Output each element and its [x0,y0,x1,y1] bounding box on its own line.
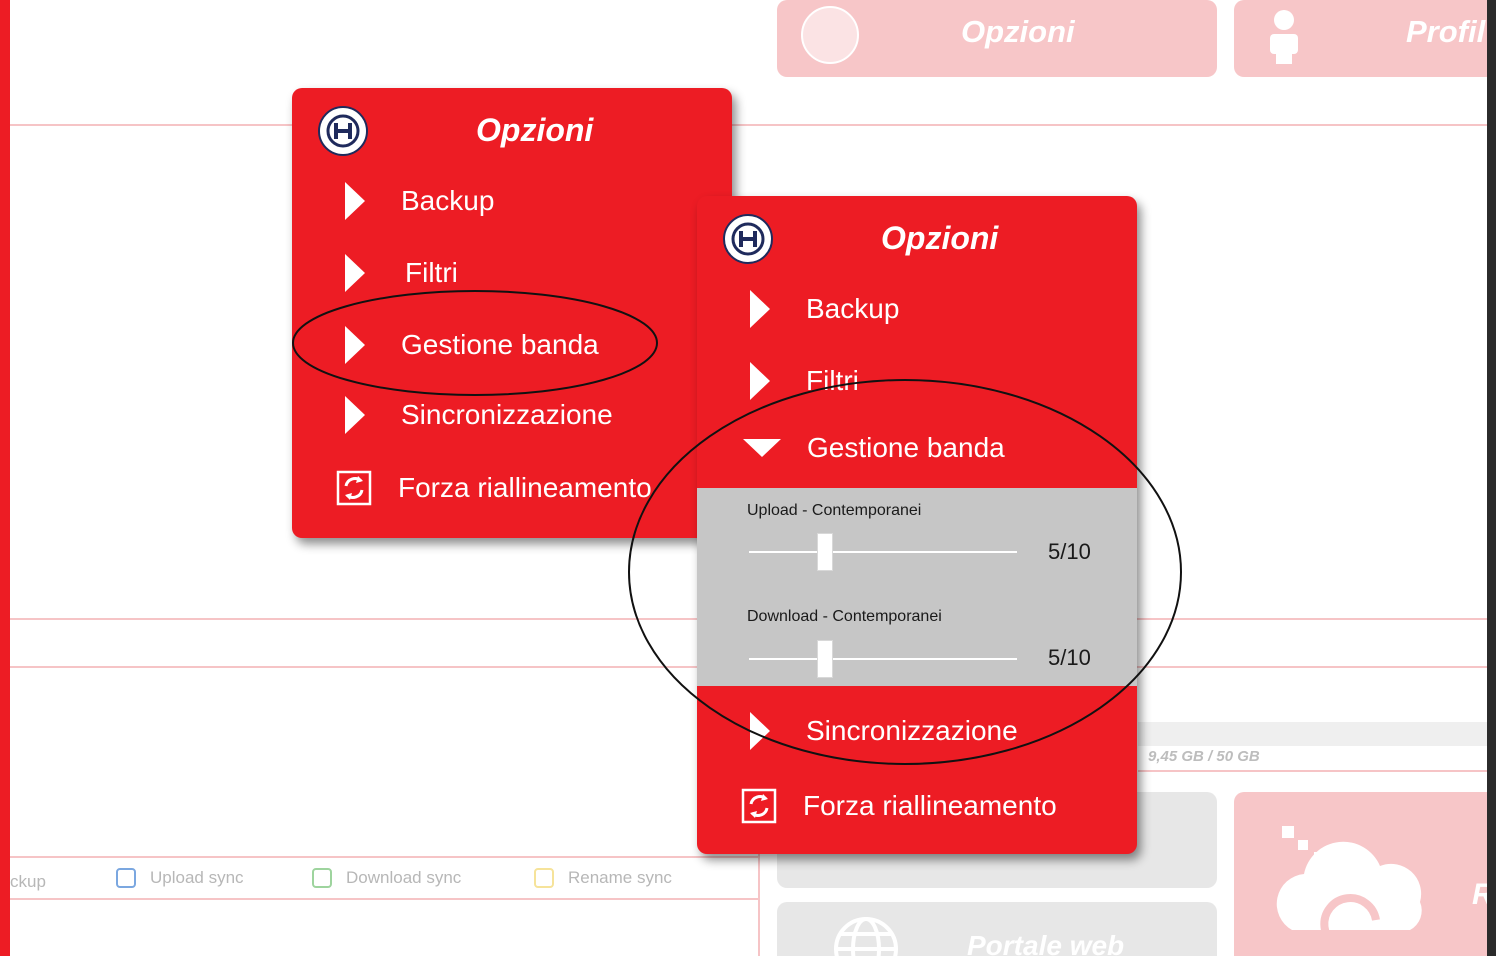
upload-slider-thumb[interactable] [817,533,833,571]
upload-slider-label: Upload - Contemporanei [747,502,922,519]
menu-item-label: Gestione banda [401,329,599,360]
download-slider-thumb[interactable] [817,640,833,678]
logo-icon [723,214,773,264]
menu-item-backup[interactable]: Backup [750,290,899,328]
background-web-portal-label: Portale web [967,930,1125,956]
arrow-down-icon [743,439,781,457]
background-options-label: Opzioni [961,14,1075,49]
menu-item-label: Forza riallineamento [803,790,1057,821]
menu-item-label: Backup [401,185,495,216]
background-cloud-tile[interactable]: R [1234,792,1487,956]
download-slider-track [749,658,1017,660]
background-options-button[interactable]: Opzioni [777,0,1217,77]
arrow-right-icon [750,712,770,750]
options-panel-expanded: Opzioni Backup Filtri Gestione banda Upl… [697,196,1137,854]
upload-slider-track [749,551,1017,553]
sync-icon [336,470,372,506]
globe-icon [834,917,898,956]
legend-download-swatch [312,868,332,888]
menu-item-label: Backup [806,293,900,324]
cloud-restore-icon [1276,826,1422,955]
bandwidth-settings: Upload - Contemporanei 5/10 Download - C… [697,488,1137,686]
menu-item-backup[interactable]: Backup [345,182,494,220]
arrow-right-icon [750,362,770,400]
menu-item-gestione-banda[interactable]: Gestione banda [345,326,599,364]
menu-item-forza-riallineamento[interactable]: Forza riallineamento [336,470,652,506]
arrow-right-icon [750,290,770,328]
legend-download-label: Download sync [346,868,462,887]
download-slider-label: Download - Contemporanei [747,608,942,625]
legend-upload-swatch [116,868,136,888]
arrow-right-icon [345,396,365,434]
logo-icon [318,106,368,156]
background-web-portal-tile[interactable]: Portale web [777,902,1217,956]
menu-item-label: Filtri [405,257,458,288]
legend-rename-sync: Rename sync [534,868,672,888]
sync-icon [741,788,777,824]
background-profile-label: Profil [1406,14,1486,49]
arrow-right-icon [345,254,365,292]
logo-icon [801,6,859,64]
legend-download-sync: Download sync [312,868,461,888]
app-stage: Opzioni Profil ckup Upload sync Download… [10,0,1487,956]
download-slider-value: 5/10 [1048,645,1091,670]
arrow-right-icon [345,326,365,364]
menu-item-gestione-banda[interactable]: Gestione banda [743,432,1005,464]
legend-upload-sync: Upload sync [116,868,244,888]
menu-item-label: Filtri [806,365,859,396]
menu-item-sincronizzazione[interactable]: Sincronizzazione [345,396,613,434]
menu-item-label: Forza riallineamento [398,472,652,503]
legend-rename-label: Rename sync [568,868,672,887]
menu-item-label: Gestione banda [807,432,1005,463]
storage-usage: 9,45 GB / 50 GB [1148,748,1260,765]
legend-rename-swatch [534,868,554,888]
panel-title: Opzioni [881,220,999,256]
background-profile-button[interactable]: Profil [1234,0,1487,77]
legend-upload-label: Upload sync [150,868,244,887]
options-panel-collapsed: Opzioni Backup Filtri Gestione banda Sin… [292,88,732,538]
menu-item-sincronizzazione[interactable]: Sincronizzazione [750,712,1018,750]
menu-item-forza-riallineamento[interactable]: Forza riallineamento [741,788,1057,824]
user-icon [1270,10,1298,64]
menu-item-label: Sincronizzazione [401,399,613,430]
left-edge-bar [0,0,10,956]
background-cut-r-label: R [1472,878,1487,912]
menu-item-filtri[interactable]: Filtri [750,362,859,400]
menu-item-filtri[interactable]: Filtri [345,254,458,292]
arrow-right-icon [345,182,365,220]
menu-item-label: Sincronizzazione [806,715,1018,746]
panel-title: Opzioni [476,112,594,148]
upload-slider-value: 5/10 [1048,539,1091,564]
background-cut-label: ckup [10,872,46,891]
